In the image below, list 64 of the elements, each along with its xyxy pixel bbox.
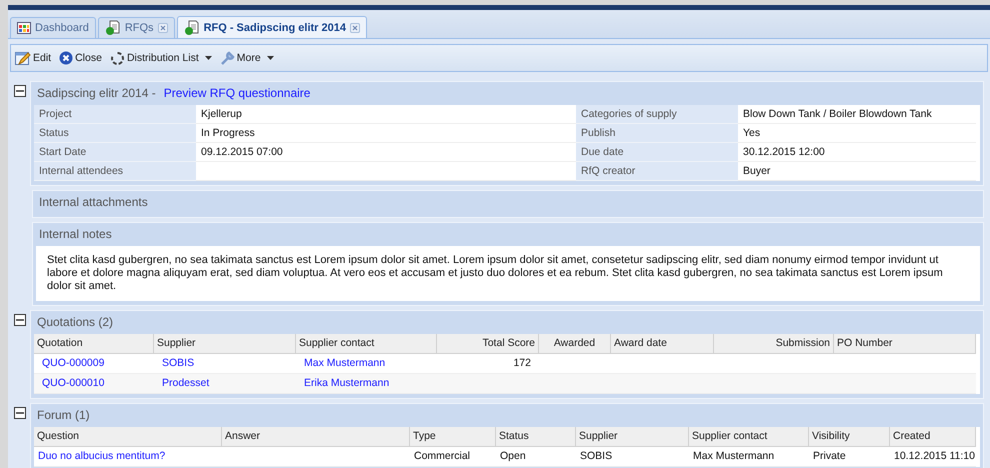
toolbar-button[interactable]: Close [59, 51, 102, 65]
table-link[interactable]: Erika Mustermann [296, 374, 437, 394]
tab-label: RFQ - Sadipscing elitr 2014 [204, 22, 346, 34]
document-icon [104, 20, 121, 36]
menu-button[interactable]: More [220, 50, 274, 66]
field-label: Publish [576, 124, 738, 143]
column-header[interactable]: Type [410, 427, 496, 447]
tab-label: Dashboard [35, 22, 89, 34]
field-label: Status [34, 124, 196, 143]
table-link[interactable]: Prodesset [154, 374, 296, 394]
column-header[interactable]: Supplier [576, 427, 689, 447]
collapse-toggle[interactable] [14, 314, 26, 326]
column-header[interactable]: Supplier [154, 334, 296, 354]
column-header[interactable]: Awarded [539, 334, 611, 354]
table-link[interactable]: QUO-000010 [34, 374, 154, 394]
collapse-toggle[interactable] [14, 85, 26, 97]
field-label: Categories of supply [576, 105, 738, 124]
column-header[interactable]: Answer [222, 427, 410, 447]
close-icon[interactable] [158, 23, 168, 33]
field-label: RfQ creator [576, 162, 738, 181]
tab[interactable]: RFQs [98, 17, 175, 38]
column-header[interactable]: Submission [714, 334, 834, 354]
close-icon[interactable] [350, 22, 360, 32]
column-header[interactable]: Visibility [809, 427, 890, 447]
field-value: 09.12.2015 07:00 [196, 143, 576, 162]
column-header[interactable]: Award date [611, 334, 714, 354]
tab[interactable]: Dashboard [10, 17, 96, 38]
preview-link[interactable]: Preview RFQ questionnaire [164, 86, 310, 100]
toolbar-button[interactable]: Edit [15, 50, 52, 66]
column-header[interactable]: Status [496, 427, 576, 447]
field-value: Blow Down Tank / Boiler Blowdown Tank [738, 105, 976, 124]
menu-button[interactable]: Distribution List [110, 50, 212, 66]
column-header[interactable]: Question [34, 427, 222, 447]
panel-title: Forum (1) [37, 408, 90, 422]
column-header[interactable]: Quotation [34, 334, 154, 354]
notes-text: Stet clita kasd gubergren, no sea takimata sanctus est Lorem ipsum dolor sit amet. Lorem ipsum dolor sit amet, consetetur sadipscing elitr, sed diam nonumy eirmod tempor invidunt ut labore et dolore magna aliquyam erat, sed diam voluptua. At vero eos et accusam et justo duo dolores et ea rebum. Stet clita kasd gubergren, no sea takimata sanctus est Lorem ipsum dolor sit amet. [36, 246, 980, 301]
column-header[interactable]: Supplier contact [689, 427, 809, 447]
caret-icon [204, 56, 212, 60]
wrench-icon [220, 50, 235, 66]
field-label: Due date [576, 143, 738, 162]
tab[interactable]: RFQ - Sadipscing elitr 2014 [176, 16, 367, 38]
column-header[interactable]: Supplier contact [296, 334, 437, 354]
field-value: 30.12.2015 12:00 [738, 143, 976, 162]
field-label: Internal attendees [34, 162, 196, 181]
field-label: Start Date [34, 143, 196, 162]
edit-icon [15, 50, 31, 66]
field-value: Buyer [738, 162, 976, 181]
collapse-toggle[interactable] [14, 407, 26, 419]
panel-title: Internal notes [39, 227, 112, 241]
field-label: Project [34, 105, 196, 124]
field-value: Yes [738, 124, 976, 143]
column-header[interactable]: PO Number [834, 334, 976, 354]
column-header[interactable]: Total Score [437, 334, 539, 354]
panel-title: Quotations (2) [37, 315, 114, 329]
column-header[interactable]: Created [890, 427, 976, 447]
table-icon [17, 22, 31, 34]
tab-label: RFQs [124, 22, 154, 34]
field-value: Kjellerup [196, 105, 576, 124]
panel-title: Sadipscing elitr 2014 - [37, 86, 156, 100]
document-icon [184, 20, 200, 36]
close-icon [59, 51, 74, 65]
panel-title: Internal attachments [39, 195, 148, 209]
field-value: In Progress [196, 124, 576, 143]
caret-icon [266, 56, 274, 60]
